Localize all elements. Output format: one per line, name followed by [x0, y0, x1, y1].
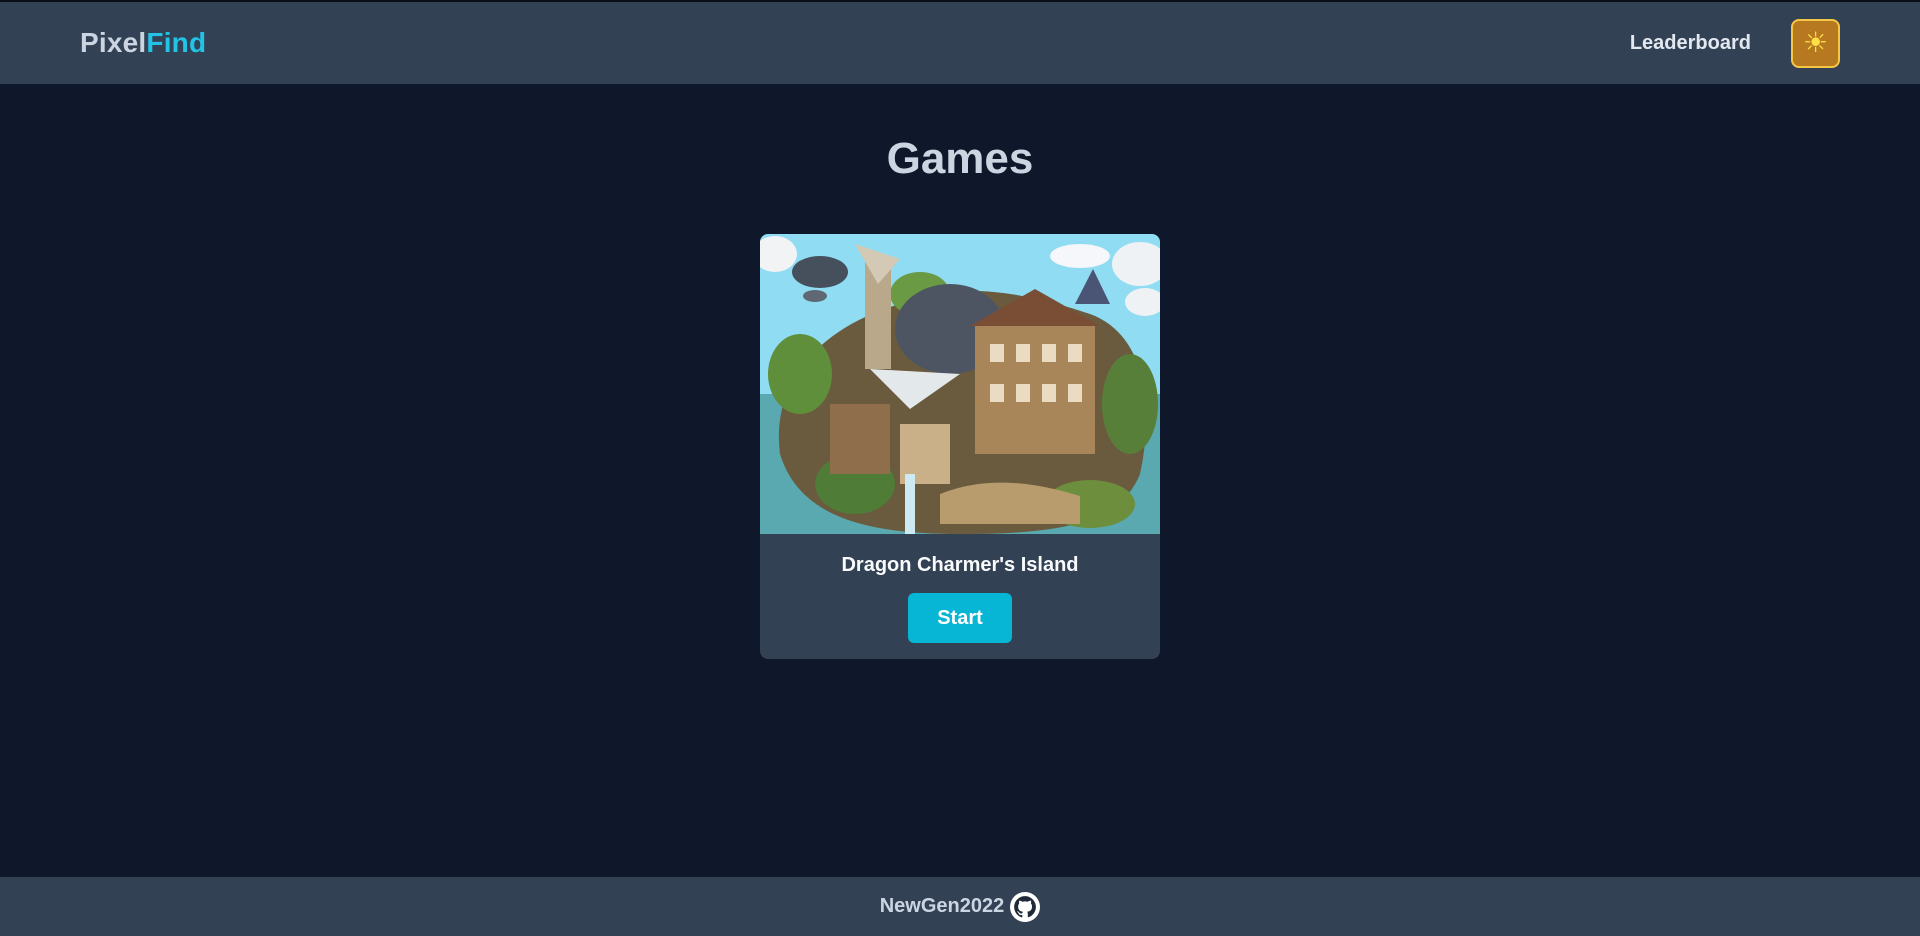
- start-game-button[interactable]: Start: [908, 593, 1012, 643]
- github-icon[interactable]: [1010, 891, 1041, 922]
- game-thumbnail: [760, 234, 1160, 534]
- footer: NewGen2022: [0, 877, 1920, 936]
- game-title: Dragon Charmer's Island: [841, 554, 1079, 576]
- logo-text-pixel: Pixel: [80, 27, 147, 58]
- logo-text-find: Find: [146, 27, 207, 58]
- island-illustration: [760, 234, 1160, 534]
- navbar: PixelFind Leaderboard ☀: [0, 2, 1920, 84]
- page-title: Games: [886, 134, 1034, 183]
- game-card: Dragon Charmer's Island Start: [760, 234, 1160, 659]
- sun-icon: ☀: [1802, 27, 1829, 58]
- nav-actions: Leaderboard ☀: [1630, 18, 1840, 68]
- author-link[interactable]: NewGen2022: [880, 895, 1005, 918]
- logo[interactable]: PixelFind: [80, 27, 206, 59]
- leaderboard-link[interactable]: Leaderboard: [1630, 32, 1751, 55]
- main-content: Games Dragon Charmer's Island Start: [0, 84, 1920, 877]
- theme-toggle-button[interactable]: ☀: [1791, 18, 1840, 68]
